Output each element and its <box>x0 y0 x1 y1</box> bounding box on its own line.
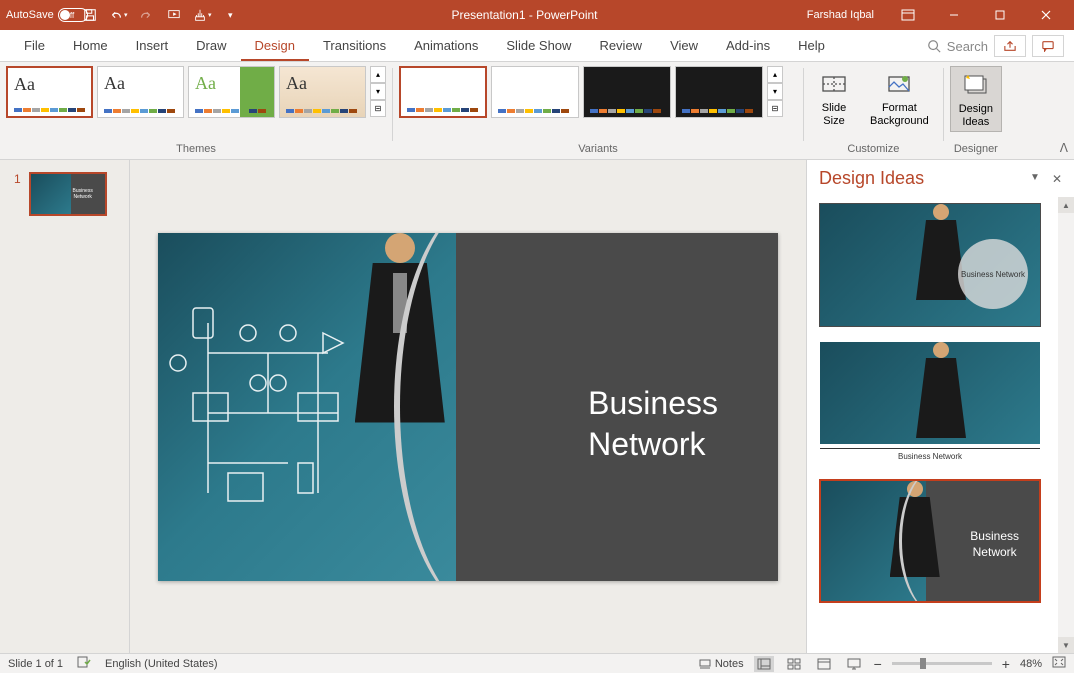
qat-more-icon[interactable]: ▾ <box>218 3 242 27</box>
fit-to-window-icon[interactable] <box>1052 656 1066 671</box>
tab-home[interactable]: Home <box>59 32 122 61</box>
slide-edit-area[interactable]: Business Network <box>130 160 806 653</box>
gallery-nav-icon[interactable]: ▾ <box>767 83 783 100</box>
autosave-toggle[interactable]: AutoSave Off <box>6 8 74 22</box>
undo-icon[interactable]: ▾ <box>106 3 130 27</box>
search-placeholder: Search <box>947 39 988 54</box>
tab-insert[interactable]: Insert <box>122 32 183 61</box>
zoom-slider[interactable] <box>892 662 992 665</box>
theme-thumbnail[interactable]: Aa <box>6 66 93 118</box>
normal-view-icon[interactable] <box>754 656 774 672</box>
design-ideas-pane: Design Ideas ▼ ✕ Business Network Busines… <box>806 160 1074 653</box>
slide-size-icon <box>818 68 850 100</box>
close-icon[interactable] <box>1024 1 1068 29</box>
variant-thumbnail[interactable] <box>399 66 487 118</box>
gallery-nav-icon[interactable]: ⊟ <box>767 100 783 117</box>
touch-mode-icon[interactable]: ▾ <box>190 3 214 27</box>
variants-group-label: Variants <box>399 141 797 157</box>
maximize-icon[interactable] <box>978 1 1022 29</box>
collapse-ribbon-icon[interactable]: ᐱ <box>1060 141 1068 155</box>
theme-thumbnail[interactable]: Aa <box>97 66 184 118</box>
spellcheck-icon[interactable] <box>77 656 91 671</box>
slide-title[interactable]: Business Network <box>588 383 718 466</box>
themes-group-label: Themes <box>6 141 386 157</box>
language-indicator[interactable]: English (United States) <box>105 658 218 670</box>
search-icon <box>927 39 941 53</box>
save-icon[interactable] <box>78 3 102 27</box>
tab-help[interactable]: Help <box>784 32 839 61</box>
document-title: Presentation1 - PowerPoint <box>242 8 807 22</box>
theme-thumbnail[interactable]: Aa <box>188 66 275 118</box>
customize-group-label: Customize <box>810 141 937 157</box>
tab-transitions[interactable]: Transitions <box>309 32 400 61</box>
tab-design[interactable]: Design <box>241 32 309 61</box>
slide-canvas[interactable]: Business Network <box>158 233 778 581</box>
scroll-up-icon[interactable]: ▲ <box>1058 197 1074 213</box>
zoom-out-icon[interactable]: − <box>874 656 882 672</box>
design-ideas-button[interactable]: Design Ideas <box>950 66 1002 132</box>
autosave-label: AutoSave <box>6 9 54 21</box>
status-bar: Slide 1 of 1 English (United States) Not… <box>0 653 1074 673</box>
variant-thumbnail[interactable] <box>583 66 671 118</box>
tab-add-ins[interactable]: Add-ins <box>712 32 784 61</box>
scroll-down-icon[interactable]: ▼ <box>1058 637 1074 653</box>
reading-view-icon[interactable] <box>814 656 834 672</box>
tab-animations[interactable]: Animations <box>400 32 492 61</box>
slide-size-label: Slide Size <box>822 102 846 128</box>
slide-counter[interactable]: Slide 1 of 1 <box>8 658 63 670</box>
pane-close-icon[interactable]: ✕ <box>1052 172 1062 186</box>
ribbon-tabs: FileHomeInsertDrawDesignTransitionsAnima… <box>0 30 1074 62</box>
slideshow-icon[interactable] <box>844 656 864 672</box>
from-beginning-icon[interactable] <box>162 3 186 27</box>
minimize-icon[interactable] <box>932 1 976 29</box>
gallery-nav-icon[interactable]: ▾ <box>370 83 386 100</box>
tab-review[interactable]: Review <box>585 32 656 61</box>
variant-thumbnail[interactable] <box>491 66 579 118</box>
search-box[interactable]: Search <box>927 39 988 54</box>
ribbon-display-icon[interactable] <box>886 1 930 29</box>
variant-thumbnail[interactable] <box>675 66 763 118</box>
theme-thumbnail[interactable]: Aa <box>279 66 366 118</box>
slide-sorter-icon[interactable] <box>784 656 804 672</box>
pane-title: Design Ideas <box>819 168 924 189</box>
zoom-in-icon[interactable]: + <box>1002 656 1010 672</box>
format-background-label: Format Background <box>870 102 929 128</box>
slide-size-button[interactable]: Slide Size <box>810 66 858 130</box>
design-idea-thumbnail[interactable]: Business Network <box>819 479 1041 603</box>
pane-options-icon[interactable]: ▼ <box>1030 172 1040 186</box>
redo-icon[interactable] <box>134 3 158 27</box>
main-area: 1 Business Network <box>0 160 1074 653</box>
format-background-button[interactable]: Format Background <box>862 66 937 130</box>
title-bar: AutoSave Off ▾ ▾ ▾ Presentation1 - Power… <box>0 0 1074 30</box>
tab-slide-show[interactable]: Slide Show <box>492 32 585 61</box>
gallery-nav-icon[interactable]: ▴ <box>767 66 783 83</box>
slide-thumbnail-panel: 1 Business Network <box>0 160 130 653</box>
tab-view[interactable]: View <box>656 32 712 61</box>
autosave-state: Off <box>64 11 75 20</box>
slide-thumbnail[interactable]: Business Network <box>29 172 107 216</box>
notes-button[interactable]: Notes <box>699 658 744 670</box>
design-ideas-label: Design Ideas <box>959 103 993 129</box>
user-name[interactable]: Farshad Iqbal <box>807 9 874 21</box>
gallery-nav-icon[interactable]: ⊟ <box>370 100 386 117</box>
format-background-icon <box>883 68 915 100</box>
zoom-level[interactable]: 48% <box>1020 658 1042 670</box>
scrollbar[interactable]: ▲ ▼ <box>1058 197 1074 653</box>
tab-draw[interactable]: Draw <box>182 32 240 61</box>
designer-group-label: Designer <box>950 141 1002 157</box>
ribbon: AaAaAaAa▴▾⊟ Themes ▴▾⊟ Variants Slide Si… <box>0 62 1074 160</box>
comments-button[interactable] <box>1032 35 1064 57</box>
share-button[interactable] <box>994 35 1026 57</box>
design-idea-thumbnail[interactable]: Business Network <box>819 341 1041 465</box>
design-idea-thumbnail[interactable]: Business Network <box>819 203 1041 327</box>
slide-number: 1 <box>14 172 21 641</box>
gallery-nav-icon[interactable]: ▴ <box>370 66 386 83</box>
tab-file[interactable]: File <box>10 32 59 61</box>
design-ideas-icon <box>960 69 992 101</box>
